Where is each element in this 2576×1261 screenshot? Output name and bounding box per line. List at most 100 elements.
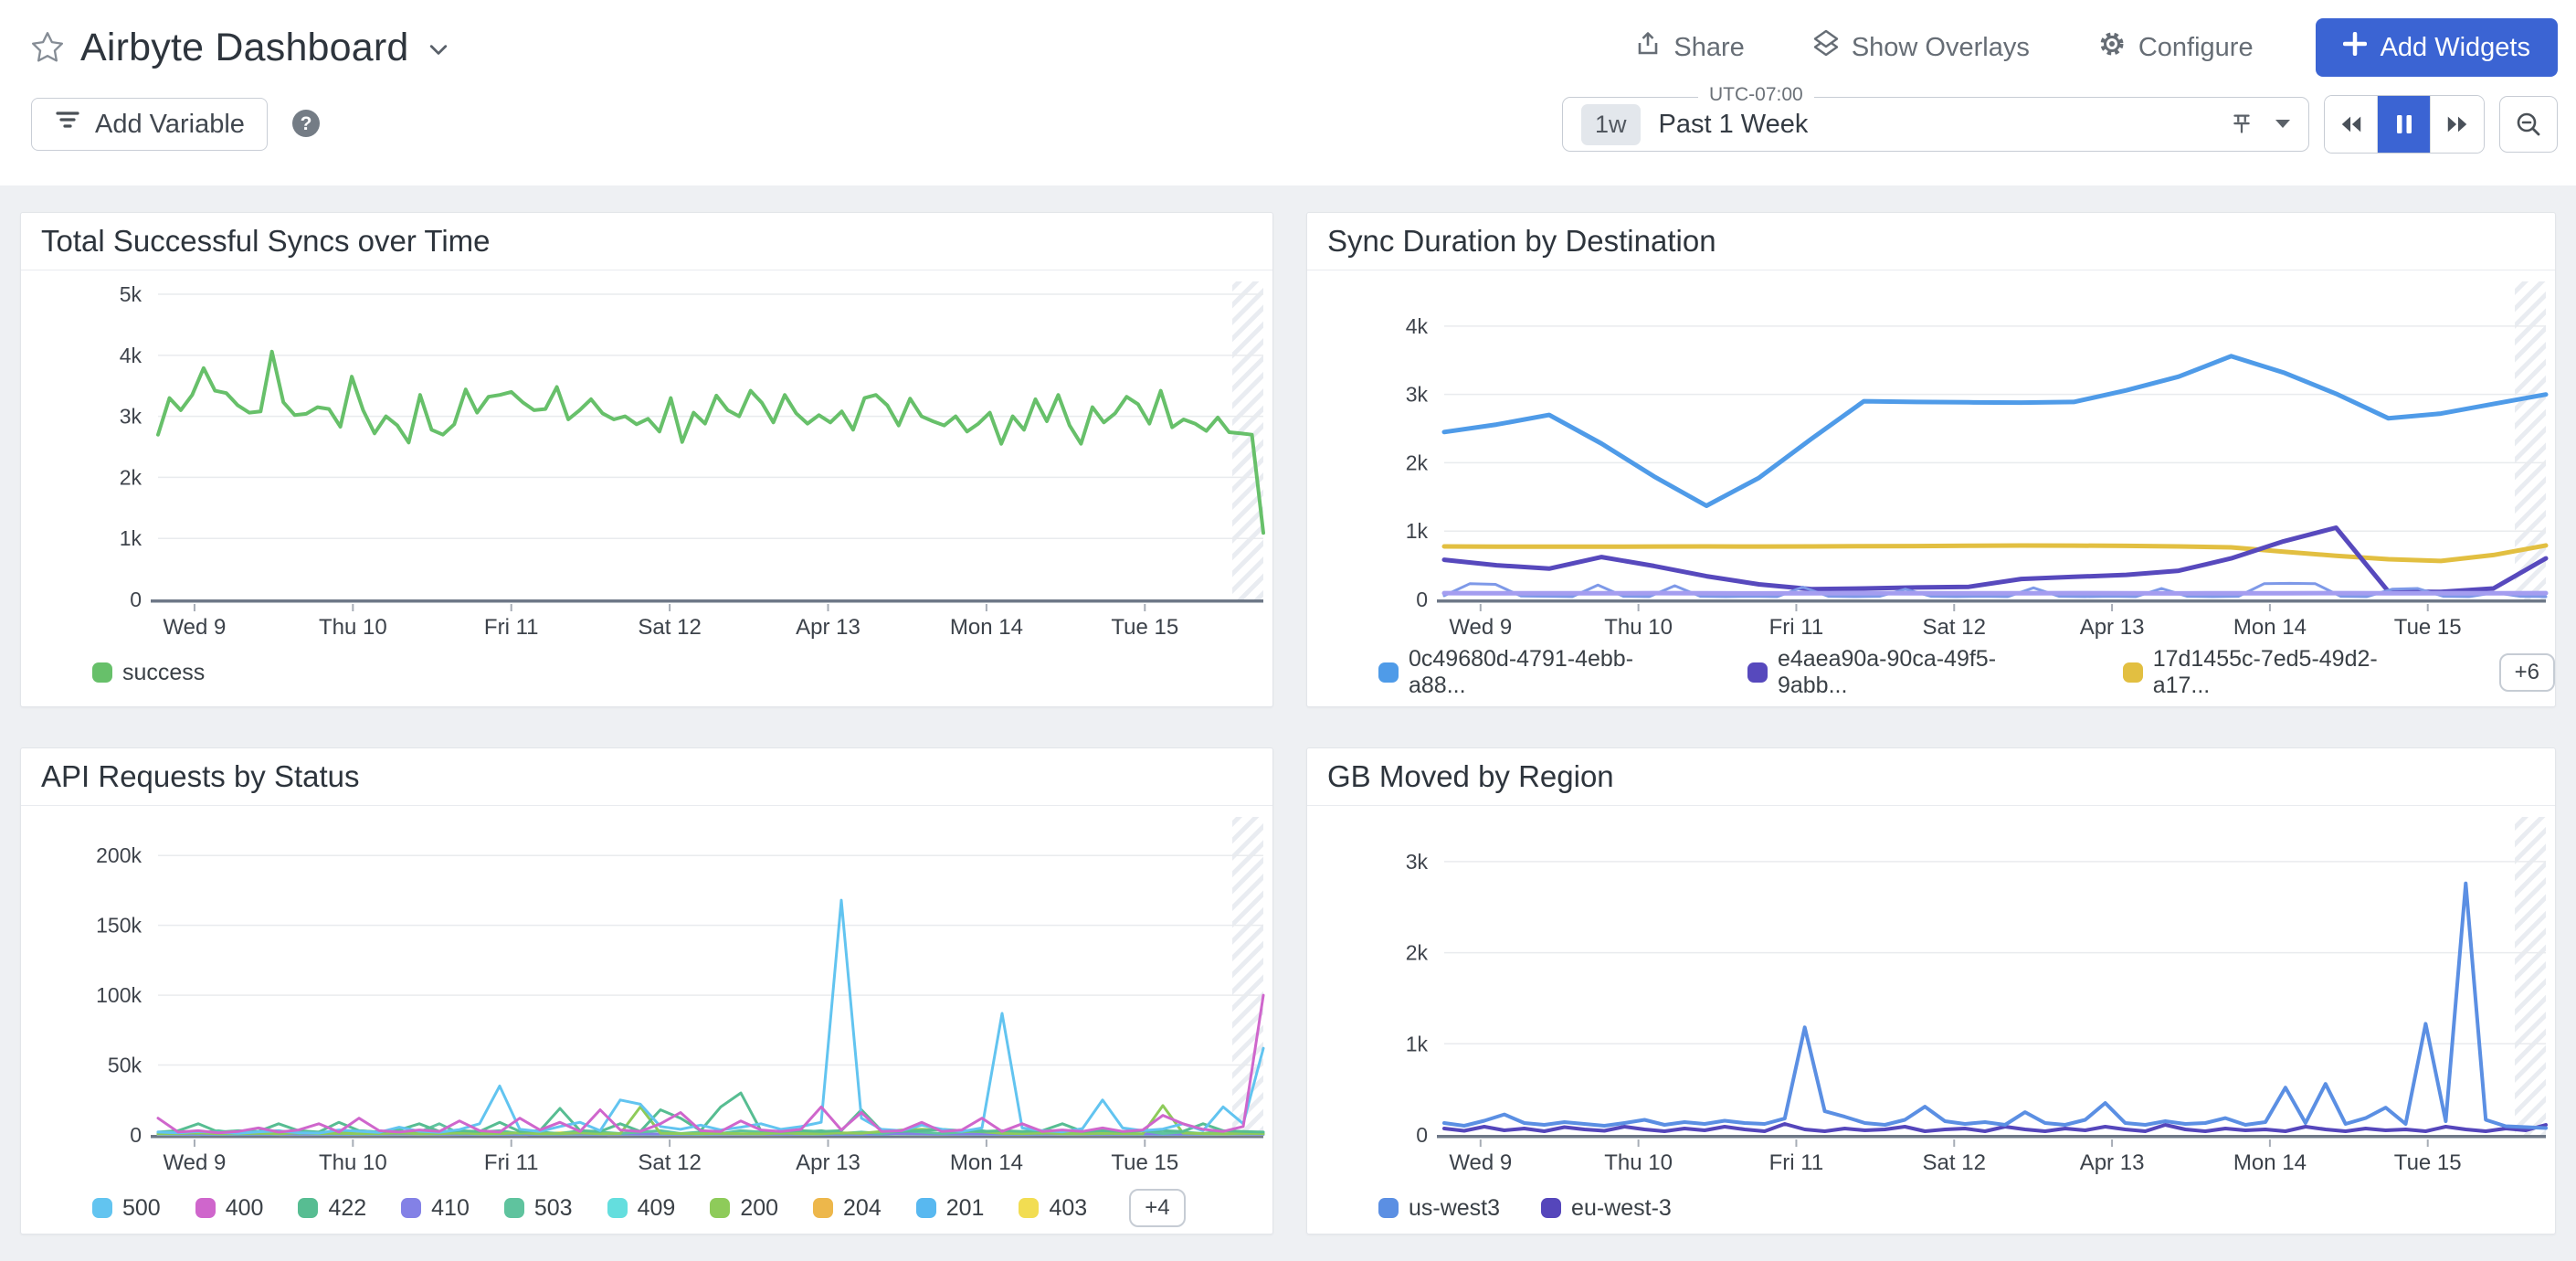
pin-icon[interactable] bbox=[2228, 111, 2255, 138]
widget-total-successful-syncs: Total Successful Syncs over Time 5k4k3k2… bbox=[20, 212, 1273, 707]
legend-color-chip bbox=[1541, 1198, 1561, 1218]
time-range-caret-down-icon[interactable] bbox=[2275, 120, 2290, 129]
legend-item[interactable]: 17d1455c-7ed5-49d2-a17... bbox=[2123, 646, 2428, 699]
filter-icon bbox=[54, 108, 81, 141]
legend-color-chip bbox=[813, 1198, 833, 1218]
add-widgets-label: Add Widgets bbox=[2381, 33, 2530, 63]
legend-label: e4aea90a-90ca-49f5-9abb... bbox=[1778, 646, 2059, 699]
legend-more-button[interactable]: +6 bbox=[2499, 653, 2555, 692]
legend-color-chip bbox=[401, 1198, 421, 1218]
svg-text:Fri 11: Fri 11 bbox=[1769, 1150, 1824, 1175]
legend-item[interactable]: 503 bbox=[504, 1195, 573, 1222]
gear-icon bbox=[2097, 29, 2127, 66]
svg-text:Mon 14: Mon 14 bbox=[2233, 615, 2307, 640]
legend-item[interactable]: success bbox=[92, 660, 205, 686]
svg-text:Tue 15: Tue 15 bbox=[1111, 615, 1178, 640]
legend-item[interactable]: 0c49680d-4791-4ebb-a88... bbox=[1378, 646, 1684, 699]
svg-text:Fri 11: Fri 11 bbox=[484, 1150, 539, 1175]
legend-item[interactable]: us-west3 bbox=[1378, 1195, 1500, 1222]
legend-color-chip bbox=[504, 1198, 524, 1218]
legend-item[interactable]: 409 bbox=[607, 1195, 676, 1222]
svg-text:Wed 9: Wed 9 bbox=[163, 1150, 226, 1175]
chart-canvas-gb-moved[interactable]: 3k2k1k0Wed 9Thu 10Fri 11Sat 12Apr 13Mon … bbox=[1307, 806, 2555, 1181]
svg-text:Sat 12: Sat 12 bbox=[638, 1150, 701, 1175]
add-widgets-button[interactable]: Add Widgets bbox=[2316, 18, 2558, 77]
legend-item[interactable]: 201 bbox=[916, 1195, 985, 1222]
time-forward-button[interactable] bbox=[2431, 96, 2484, 153]
svg-text:Apr 13: Apr 13 bbox=[796, 1150, 860, 1175]
magnifier-minus-icon bbox=[2515, 111, 2542, 138]
legend-label: eu-west-3 bbox=[1571, 1195, 1672, 1222]
overlays-icon bbox=[1812, 29, 1840, 66]
svg-text:1k: 1k bbox=[120, 526, 143, 550]
widget-gb-moved: GB Moved by Region 3k2k1k0Wed 9Thu 10Fri… bbox=[1306, 747, 2556, 1235]
legend-label: us-west3 bbox=[1409, 1195, 1500, 1222]
legend-more-button[interactable]: +4 bbox=[1129, 1189, 1185, 1227]
star-icon bbox=[31, 31, 64, 65]
svg-text:Fri 11: Fri 11 bbox=[484, 615, 539, 640]
share-button[interactable]: Share bbox=[1629, 29, 1749, 66]
favorite-star-button[interactable] bbox=[31, 31, 64, 65]
chart-canvas-sync-duration[interactable]: 4k3k2k1k0Wed 9Thu 10Fri 11Sat 12Apr 13Mo… bbox=[1307, 270, 2555, 645]
svg-text:Tue 15: Tue 15 bbox=[2394, 615, 2462, 640]
chart-canvas-total-syncs[interactable]: 5k4k3k2k1k0Wed 9Thu 10Fri 11Sat 12Apr 13… bbox=[21, 270, 1272, 645]
share-label: Share bbox=[1673, 33, 1744, 63]
legend-item[interactable]: e4aea90a-90ca-49f5-9abb... bbox=[1747, 646, 2059, 699]
show-overlays-label: Show Overlays bbox=[1852, 33, 2030, 63]
legend-item[interactable]: 200 bbox=[710, 1195, 778, 1222]
svg-text:100k: 100k bbox=[96, 983, 142, 1007]
plus-icon bbox=[2343, 32, 2367, 63]
chart-legend: us-west3 eu-west-3 bbox=[1307, 1181, 2555, 1235]
time-range-shortcode: 1w bbox=[1581, 104, 1641, 145]
legend-color-chip bbox=[607, 1198, 628, 1218]
svg-text:Sat 12: Sat 12 bbox=[1923, 1150, 1986, 1175]
svg-text:200k: 200k bbox=[96, 843, 142, 867]
legend-item[interactable]: 400 bbox=[195, 1195, 264, 1222]
legend-item[interactable]: 422 bbox=[298, 1195, 366, 1222]
legend-color-chip bbox=[1019, 1198, 1039, 1218]
legend-item[interactable]: 410 bbox=[401, 1195, 470, 1222]
show-overlays-button[interactable]: Show Overlays bbox=[1807, 28, 2035, 67]
svg-text:2k: 2k bbox=[120, 465, 143, 489]
svg-text:Thu 10: Thu 10 bbox=[1604, 1150, 1673, 1175]
svg-text:3k: 3k bbox=[1406, 383, 1429, 407]
svg-text:Sat 12: Sat 12 bbox=[638, 615, 701, 640]
pause-icon bbox=[2395, 113, 2413, 135]
configure-button[interactable]: Configure bbox=[2092, 28, 2259, 67]
zoom-out-button[interactable] bbox=[2499, 96, 2558, 153]
svg-text:Wed 9: Wed 9 bbox=[1449, 615, 1512, 640]
time-range-picker[interactable]: UTC-07:00 1w Past 1 Week bbox=[1562, 97, 2309, 152]
legend-color-chip bbox=[1747, 662, 1768, 683]
legend-item[interactable]: 500 bbox=[92, 1195, 161, 1222]
legend-label: 400 bbox=[226, 1195, 264, 1222]
svg-text:Wed 9: Wed 9 bbox=[163, 615, 226, 640]
svg-text:Sat 12: Sat 12 bbox=[1923, 615, 1986, 640]
dashboard-grid: Total Successful Syncs over Time 5k4k3k2… bbox=[20, 212, 2556, 1261]
svg-text:5k: 5k bbox=[120, 282, 143, 306]
legend-color-chip bbox=[195, 1198, 216, 1218]
title-menu-chevron-down-icon[interactable] bbox=[429, 43, 448, 60]
svg-text:0: 0 bbox=[130, 1123, 142, 1147]
svg-text:Mon 14: Mon 14 bbox=[950, 1150, 1023, 1175]
legend-color-chip bbox=[1378, 1198, 1399, 1218]
legend-color-chip bbox=[710, 1198, 730, 1218]
legend-label: 422 bbox=[328, 1195, 366, 1222]
add-variable-button[interactable]: Add Variable bbox=[31, 98, 268, 151]
fast-forward-icon bbox=[2445, 113, 2469, 135]
time-backward-button[interactable] bbox=[2325, 96, 2378, 153]
legend-item[interactable]: eu-west-3 bbox=[1541, 1195, 1672, 1222]
legend-item[interactable]: 204 bbox=[813, 1195, 882, 1222]
legend-item[interactable]: 403 bbox=[1019, 1195, 1087, 1222]
help-button[interactable]: ? bbox=[290, 107, 322, 143]
svg-text:3k: 3k bbox=[1406, 850, 1429, 874]
svg-text:Apr 13: Apr 13 bbox=[2080, 615, 2145, 640]
page-title: Airbyte Dashboard bbox=[80, 26, 409, 70]
time-range-label: Past 1 Week bbox=[1659, 110, 1809, 140]
legend-color-chip bbox=[2123, 662, 2143, 683]
svg-text:1k: 1k bbox=[1406, 519, 1429, 543]
svg-text:Thu 10: Thu 10 bbox=[1604, 615, 1673, 640]
svg-text:Fri 11: Fri 11 bbox=[1769, 615, 1824, 640]
svg-text:0: 0 bbox=[1416, 588, 1428, 611]
chart-canvas-api-requests[interactable]: 200k150k100k50k0Wed 9Thu 10Fri 11Sat 12A… bbox=[21, 806, 1272, 1181]
pause-button[interactable] bbox=[2378, 96, 2431, 153]
